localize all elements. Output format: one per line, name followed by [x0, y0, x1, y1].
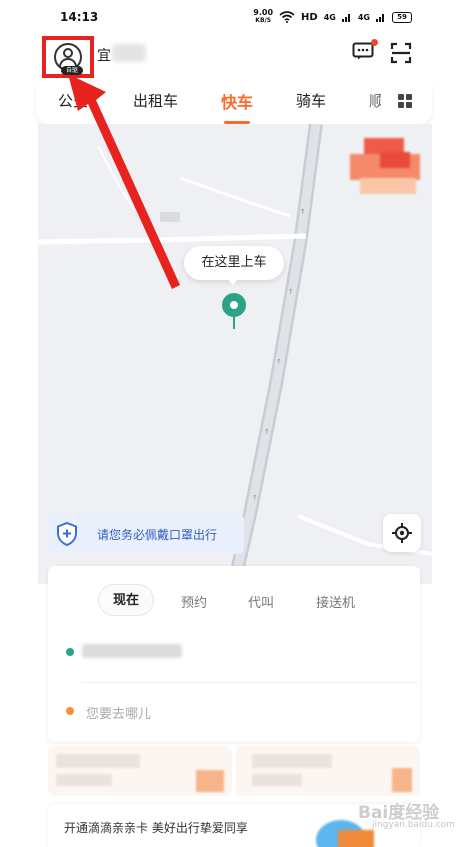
message-icon[interactable] [352, 42, 374, 60]
origin-field-blurred[interactable] [82, 644, 182, 658]
address-divider [82, 682, 418, 683]
wifi-icon [279, 11, 295, 23]
network-speed-value: 9.00 [253, 8, 274, 17]
service-tabs: 公交 出租车 快车 骑车 顺 [36, 82, 432, 124]
avatar[interactable]: 自驱 [54, 43, 83, 75]
avatar-highlight-box[interactable]: 自驱 [42, 36, 94, 78]
target-icon [392, 523, 412, 543]
tab-bike[interactable]: 骑车 [296, 90, 326, 111]
destination-input[interactable]: 您要去哪儿 [86, 703, 151, 722]
promo-badge-blurred[interactable] [350, 138, 432, 200]
city-label[interactable]: 宜 [97, 45, 111, 65]
shield-plus-icon [57, 522, 77, 546]
booking-card: 现在 预约 代叫 接送机 您要去哪儿 [48, 566, 420, 742]
app-header: 自驱 宜 [0, 34, 472, 82]
tab-carpool[interactable]: 顺 [369, 90, 381, 111]
origin-dot [66, 648, 74, 656]
promo-card-left[interactable] [48, 746, 232, 796]
mode-call-for-others[interactable]: 代叫 [248, 592, 274, 611]
mode-reserve[interactable]: 预约 [181, 592, 207, 611]
network-speed: 9.00 KB/S [253, 9, 273, 25]
svg-text:↑: ↑ [300, 208, 306, 216]
locate-button[interactable] [383, 514, 421, 552]
svg-text:↑: ↑ [264, 428, 270, 436]
city-name-blurred [112, 44, 146, 62]
signal-icon-2 [376, 14, 384, 22]
baidu-watermark-url: jingyan.baidu.com [372, 820, 456, 830]
avatar-badge: 自驱 [61, 66, 83, 75]
member-card-image-accent [338, 830, 374, 847]
battery-level: 59 [397, 12, 407, 21]
pickup-tip-tail [227, 278, 239, 285]
network-speed-unit: KB/S [255, 17, 272, 24]
destination-dot [66, 707, 74, 715]
member-card-text: 开通滴滴亲亲卡 美好出行挚爱同享 [64, 821, 248, 835]
tab-bus[interactable]: 公交 [58, 90, 88, 111]
pickup-pin-stem [233, 316, 235, 329]
network-label-2: 4G [357, 12, 370, 22]
status-indicators: 9.00 KB/S HD 4G 4G 59 [253, 9, 412, 25]
svg-text:↑: ↑ [252, 494, 258, 502]
grid-menu-icon[interactable] [398, 94, 412, 108]
promo-card-right[interactable] [236, 746, 420, 796]
mode-airport[interactable]: 接送机 [316, 592, 355, 611]
svg-text:↑: ↑ [288, 288, 294, 296]
hd-label: HD [301, 11, 318, 23]
mask-notice-banner[interactable]: 请您务必佩戴口罩出行 [48, 514, 244, 554]
mask-notice-text: 请您务必佩戴口罩出行 [97, 528, 218, 542]
battery-icon: 59 [392, 11, 412, 23]
mode-now[interactable]: 现在 [98, 584, 155, 616]
tab-express[interactable]: 快车 [221, 89, 253, 113]
unread-dot [371, 39, 378, 46]
status-time: 14:13 [60, 10, 99, 24]
pickup-pin-icon[interactable] [222, 293, 246, 317]
tab-taxi[interactable]: 出租车 [133, 90, 178, 111]
scan-icon[interactable] [390, 42, 412, 64]
pickup-tip: 在这里上车 [184, 246, 284, 280]
status-bar: 14:13 9.00 KB/S HD 4G 4G 59 [0, 0, 472, 34]
avatar-head [63, 48, 73, 58]
svg-text:↑: ↑ [276, 358, 282, 366]
signal-icon [341, 14, 350, 22]
network-label-1: 4G [323, 12, 336, 22]
